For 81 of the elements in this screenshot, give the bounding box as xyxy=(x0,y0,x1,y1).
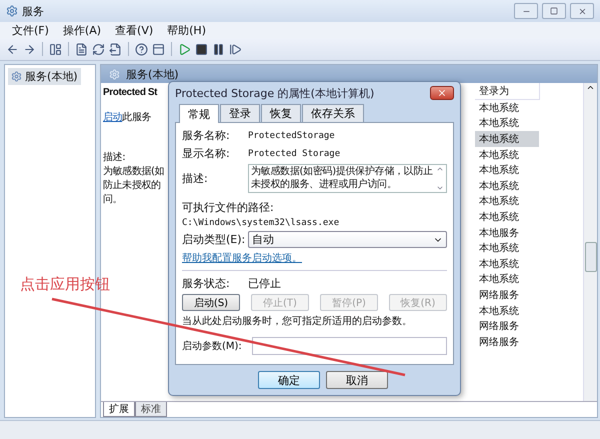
view-tab[interactable]: 标准 xyxy=(135,402,167,417)
refresh-icon[interactable] xyxy=(92,42,105,56)
menu-item[interactable]: 查看(V) xyxy=(115,22,154,38)
pause-icon[interactable] xyxy=(212,42,225,56)
description-text: 为敏感数据(如密码)提供保护存储，以防止未授权的服务、进程或用户访问。 xyxy=(250,165,434,192)
description-line: 问。 xyxy=(103,193,124,206)
window-title: 服务 xyxy=(22,4,45,18)
list-row[interactable]: 本地系统 xyxy=(475,100,539,116)
dialog-tab[interactable]: 依存关系 xyxy=(302,104,364,122)
column-header[interactable]: 登录为 xyxy=(475,83,540,100)
startup-type-dropdown[interactable]: 自动 xyxy=(248,231,447,248)
description-label: 描述: xyxy=(103,150,126,164)
path-text: C:\Windows\system32\lsass.exe xyxy=(182,218,340,228)
list-row[interactable]: 本地系统 xyxy=(475,272,539,288)
tree-item[interactable]: 服务(本地) xyxy=(8,68,81,85)
list-row[interactable]: 本地系统 xyxy=(475,146,539,162)
dialog-tab[interactable]: 常规 xyxy=(179,104,219,123)
list-row[interactable]: 本地系统 xyxy=(475,116,539,132)
list-row[interactable]: 本地系统 xyxy=(475,240,539,256)
list-row[interactable]: 本地服务 xyxy=(475,224,539,240)
scroll-thumb[interactable] xyxy=(584,242,596,272)
field-label: 服务名称: xyxy=(182,128,231,143)
restart-icon[interactable] xyxy=(229,42,242,56)
panel-title: 服务(本地) xyxy=(126,66,179,82)
scroll-down-icon[interactable] xyxy=(436,184,444,192)
export-icon[interactable] xyxy=(109,42,122,56)
hint-text: 当从此处启动服务时，您可指定所适用的启动参数。 xyxy=(182,314,413,328)
list-row[interactable]: 本地系统 xyxy=(475,302,539,318)
field-label: 可执行文件的路径: xyxy=(182,200,275,215)
status-value: 已停止 xyxy=(248,276,281,291)
list-row[interactable]: 网络服务 xyxy=(475,318,539,334)
start-service-text: 启动此服务 xyxy=(103,110,152,124)
services-icon xyxy=(6,5,18,17)
start-link[interactable]: 启动 xyxy=(103,112,122,123)
start-params-field[interactable] xyxy=(252,337,447,355)
dialog-tab[interactable]: 恢复 xyxy=(261,104,301,122)
console-tree-icon[interactable] xyxy=(49,42,62,56)
panel-icon[interactable] xyxy=(152,42,165,56)
maximize-icon xyxy=(550,7,558,15)
dialog-button[interactable]: 确定 xyxy=(258,371,320,389)
field-value: Protected Storage xyxy=(248,148,340,158)
menu-item[interactable]: 帮助(H) xyxy=(167,22,206,38)
field-label: 启动参数(M): xyxy=(182,340,243,353)
gear-icon xyxy=(109,68,120,80)
field-label: 服务状态: xyxy=(182,276,231,291)
list-row[interactable]: 本地系统 xyxy=(475,178,539,194)
field-value: ProtectedStorage xyxy=(248,130,335,140)
list-row[interactable]: 本地系统 xyxy=(475,256,539,272)
list-row[interactable]: 本地系统 xyxy=(475,162,539,178)
close-icon xyxy=(578,6,586,16)
list-row[interactable]: 本地系统 xyxy=(475,194,539,210)
maximize-button[interactable] xyxy=(542,3,566,19)
view-tab[interactable]: 扩展 xyxy=(103,402,135,417)
close-icon xyxy=(437,88,447,98)
play-icon[interactable] xyxy=(178,42,191,56)
dialog-close-button[interactable] xyxy=(430,86,454,100)
help-icon[interactable] xyxy=(135,42,148,56)
list-row[interactable]: 本地系统 xyxy=(475,131,539,147)
forward-icon[interactable] xyxy=(23,42,36,56)
dialog-title: Protected Storage 的属性(本地计算机) xyxy=(175,86,374,100)
field-label: 显示名称: xyxy=(182,146,231,161)
gear-icon xyxy=(11,71,22,82)
description-line: 为敏感数据(如 xyxy=(103,164,166,178)
service-control-button[interactable]: 启动(S) xyxy=(182,294,240,311)
dialog-button[interactable]: 取消 xyxy=(326,371,388,389)
menu-item[interactable]: 操作(A) xyxy=(62,22,102,38)
field-label: 启动类型(E): xyxy=(182,232,246,247)
description-line: 防止未授权的 xyxy=(103,178,162,192)
menu-item[interactable]: 文件(F) xyxy=(12,22,49,38)
properties-icon[interactable] xyxy=(75,42,88,56)
stop-icon[interactable] xyxy=(195,42,208,56)
field-label: 描述: xyxy=(182,171,209,186)
dialog-tab[interactable]: 登录 xyxy=(220,104,260,122)
scroll-up-icon[interactable] xyxy=(586,83,595,92)
service-name: Protected St xyxy=(103,87,158,98)
help-link[interactable]: 帮助我配置服务启动选项。 xyxy=(182,251,302,265)
back-icon[interactable] xyxy=(6,42,19,56)
annotation-text: 点击应用按钮 xyxy=(20,275,110,294)
list-row[interactable]: 网络服务 xyxy=(475,334,539,350)
list-row[interactable]: 网络服务 xyxy=(475,287,539,303)
list-row[interactable]: 本地系统 xyxy=(475,209,539,225)
